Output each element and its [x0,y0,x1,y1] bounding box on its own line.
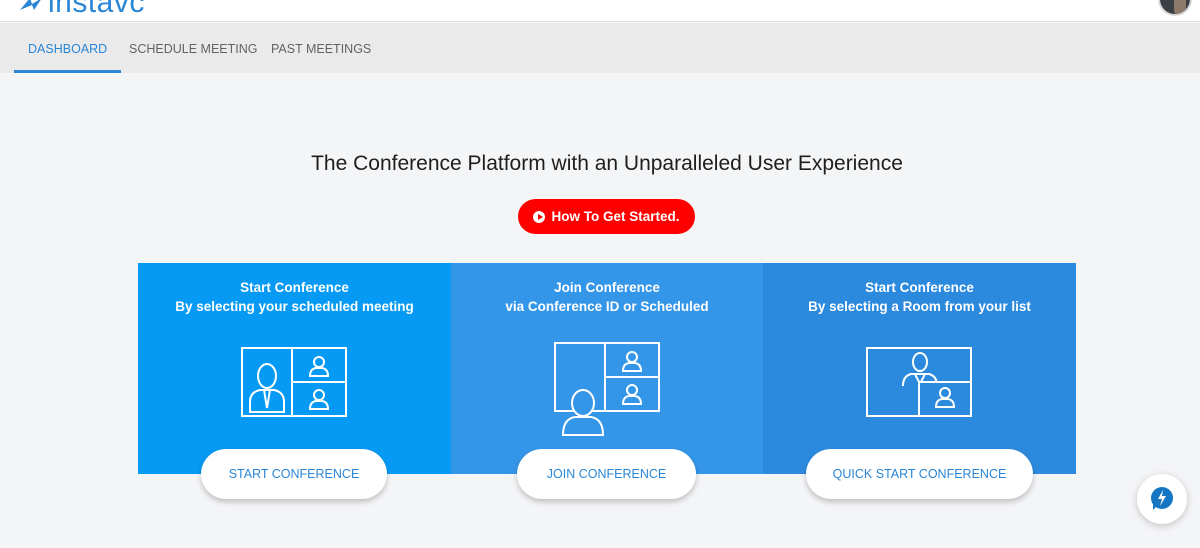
page-headline: The Conference Platform with an Unparall… [311,152,903,175]
user-avatar-icon[interactable] [1158,0,1192,16]
room-conference-icon [866,347,972,417]
card-title: Start Conference [865,280,974,295]
tab-dashboard[interactable]: DASHBOARD [13,23,122,73]
tab-schedule-meeting[interactable]: SCHEDULE MEETING [129,23,258,73]
card-start-scheduled: Start Conference By selecting your sched… [138,263,451,474]
card-title: Start Conference [240,280,349,295]
cta-label: How To Get Started. [551,209,680,224]
quick-start-conference-button[interactable]: QUICK START CONFERENCE [806,449,1033,499]
help-chat-button[interactable] [1137,474,1187,524]
how-to-get-started-button[interactable]: How To Get Started. [518,199,695,234]
card-join-conference: Join Conference via Conference ID or Sch… [451,263,763,474]
top-header: instavc [0,0,1200,22]
card-title: Join Conference [554,280,660,295]
card-subtitle: By selecting a Room from your list [808,299,1031,314]
card-subtitle: By selecting your scheduled meeting [175,299,414,314]
card-subtitle: via Conference ID or Scheduled [505,299,709,314]
scheduled-conference-icon [241,347,347,417]
start-conference-button[interactable]: START CONFERENCE [201,449,387,499]
play-circle-icon [533,210,546,223]
instavc-logo-icon [18,0,44,10]
logo-text: instavc [48,0,145,19]
tab-past-meetings[interactable]: PAST MEETINGS [271,23,371,73]
brand-logo[interactable]: instavc [18,0,145,20]
tab-bar: DASHBOARD SCHEDULE MEETING PAST MEETINGS [0,23,1200,73]
card-start-room: Start Conference By selecting a Room fro… [763,263,1076,474]
join-conference-button[interactable]: JOIN CONFERENCE [517,449,696,499]
join-conference-icon [554,342,660,436]
lightning-chat-icon [1151,487,1173,510]
